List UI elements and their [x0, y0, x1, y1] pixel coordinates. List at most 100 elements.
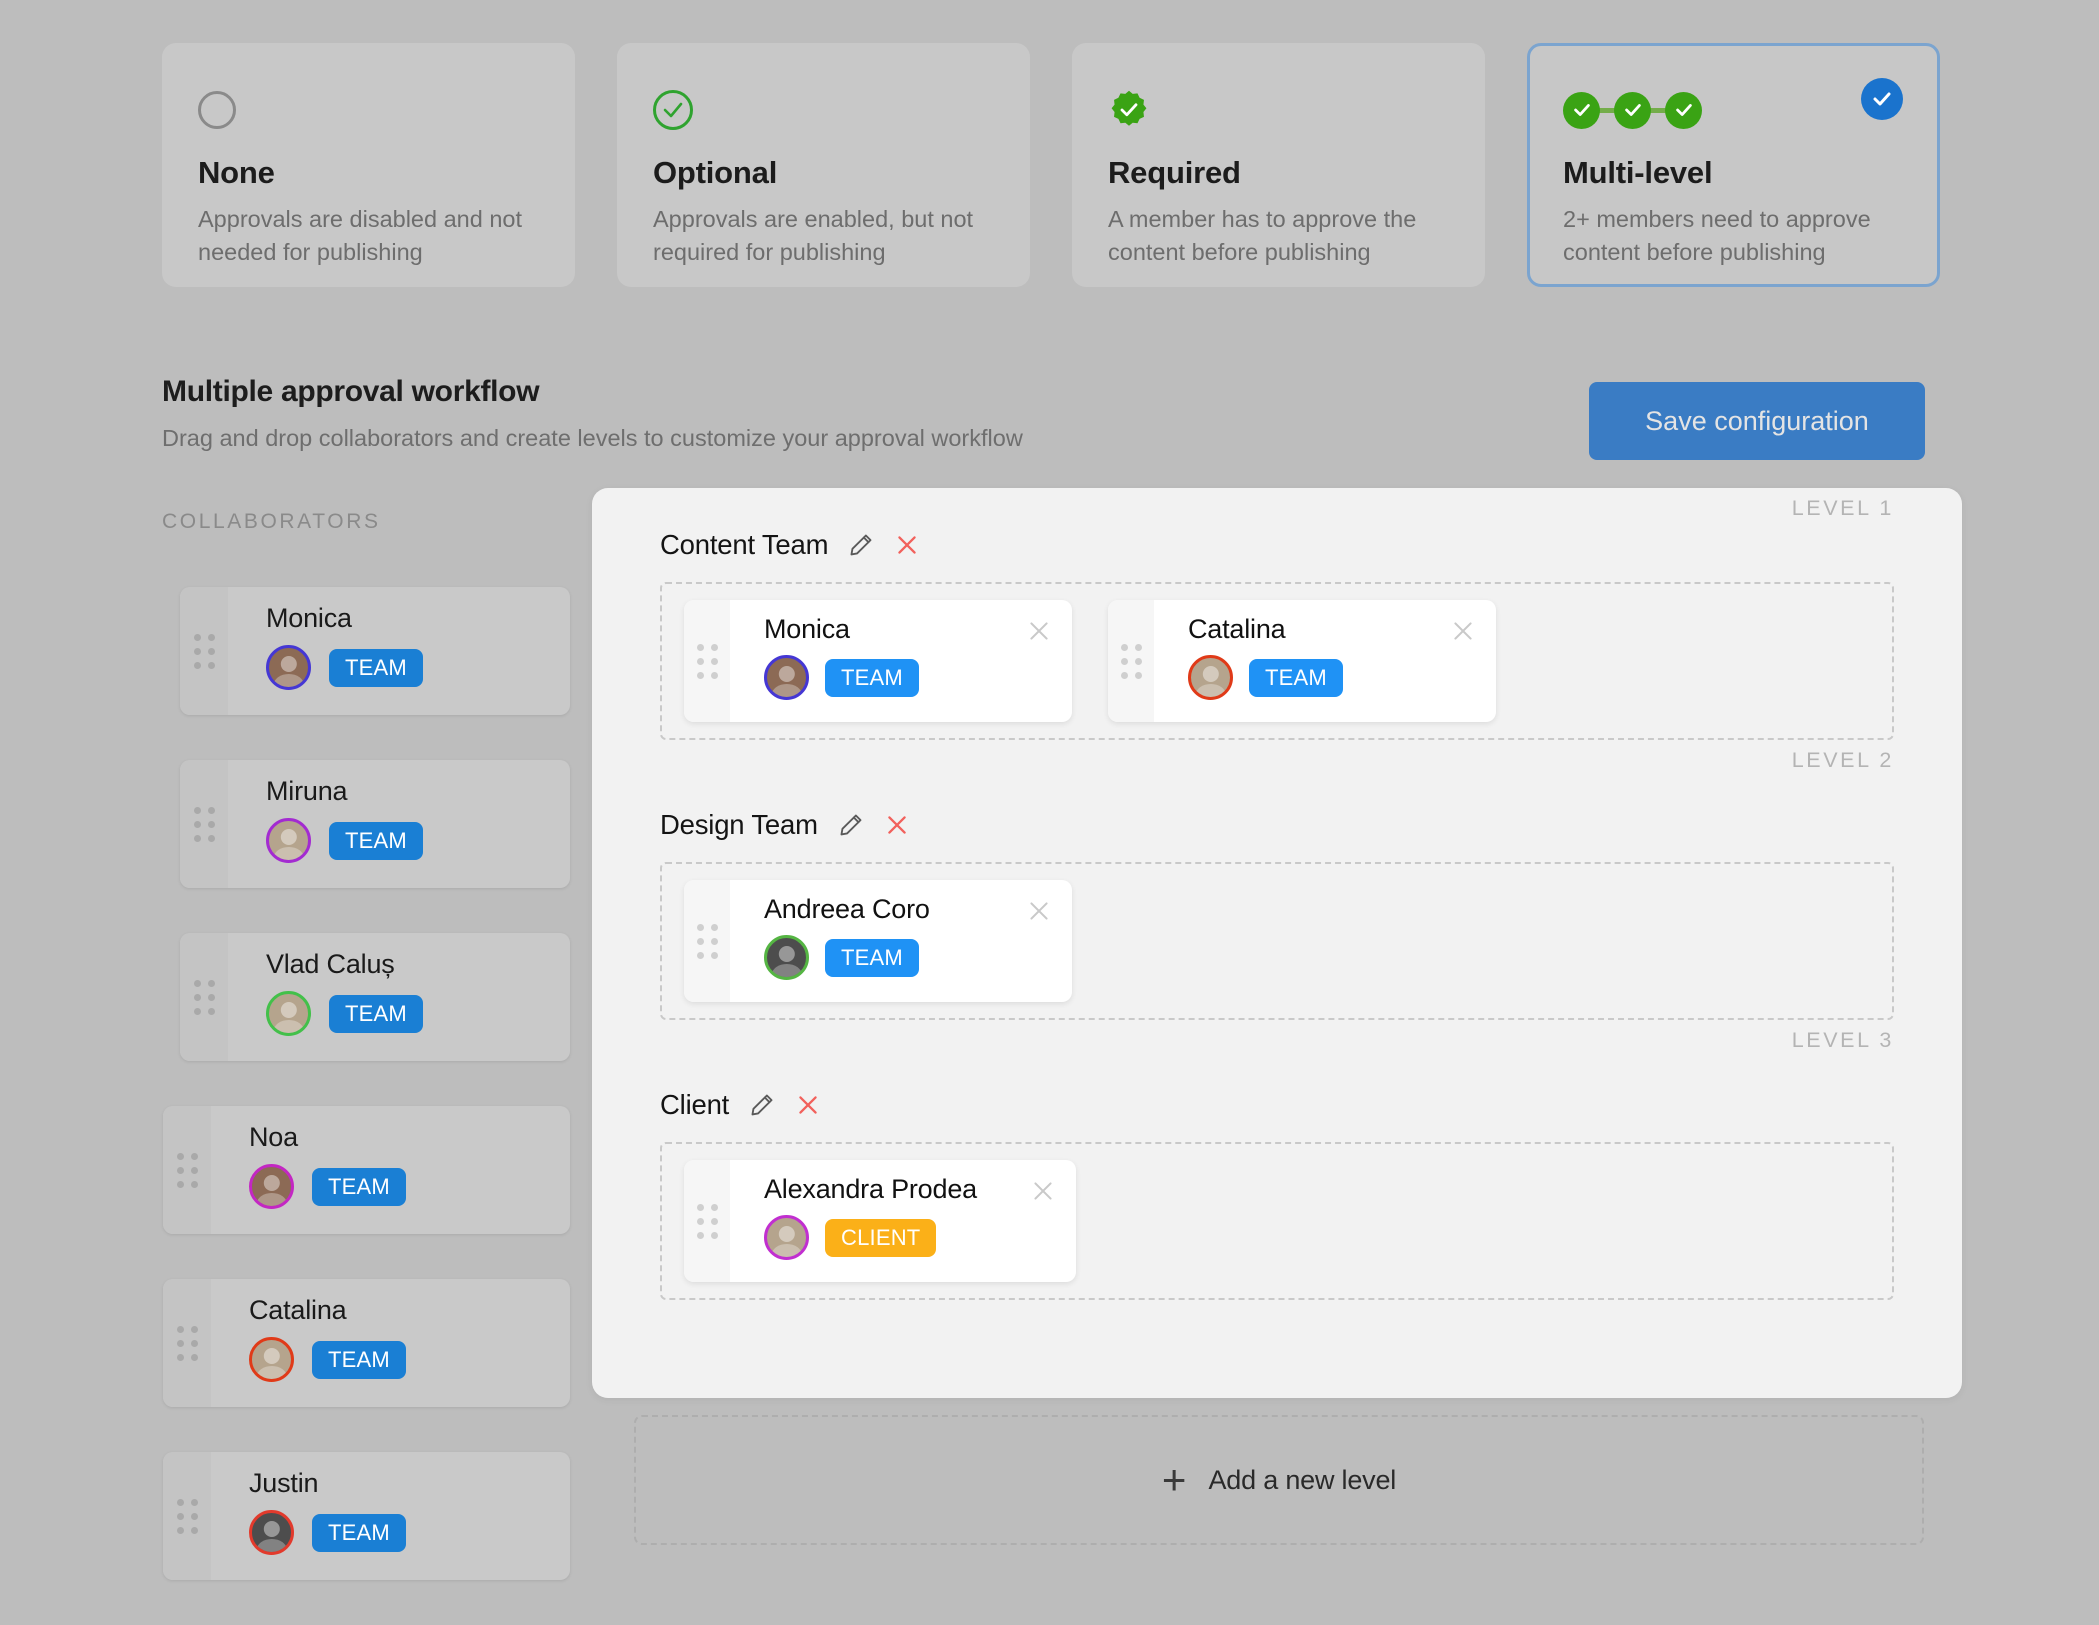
mode-description: A member has to approve the content befo…	[1108, 206, 1417, 265]
collaborator-name: Catalina	[249, 1295, 347, 1325]
drag-handle[interactable]	[684, 600, 730, 722]
mode-description: 2+ members need to approve content befor…	[1563, 206, 1871, 265]
avatar	[1188, 655, 1233, 700]
close-icon	[898, 536, 917, 554]
collaborator-name: Vlad Caluș	[266, 949, 395, 979]
level-tag: LEVEL 1	[1791, 496, 1894, 520]
drag-handle[interactable]	[180, 587, 228, 715]
pencil-icon	[840, 814, 862, 836]
collaborator-name: Monica	[266, 603, 352, 633]
mode-card-required[interactable]: Required A member has to approve the con…	[1072, 43, 1485, 287]
avatar	[266, 818, 311, 863]
remove-member-button[interactable]	[1446, 614, 1480, 648]
mode-title: Optional	[653, 155, 778, 190]
drag-dots-icon	[176, 1498, 198, 1534]
avatar	[249, 1510, 294, 1555]
edit-level-button[interactable]	[749, 1092, 775, 1118]
role-badge: TEAM	[825, 938, 919, 977]
drag-handle[interactable]	[163, 1106, 211, 1234]
selected-check-icon	[1861, 78, 1903, 120]
collaborator-name: Miruna	[266, 776, 348, 806]
collaborator-card[interactable]: Vlad Caluș TEAM	[180, 933, 570, 1061]
drag-handle[interactable]	[163, 1452, 211, 1580]
level-member-card[interactable]: Andreea Coro TEAM	[684, 880, 1072, 1002]
level-dropzone[interactable]: Alexandra Prodea CLIENT	[660, 1142, 1894, 1300]
level-dropzone[interactable]: Monica TEAM Catalina TEAM	[660, 582, 1894, 740]
role-badge: TEAM	[1249, 658, 1343, 697]
role-badge: TEAM	[825, 658, 919, 697]
collaborator-card[interactable]: Miruna TEAM	[180, 760, 570, 888]
mode-card-multi-level[interactable]: Multi-level 2+ members need to approve c…	[1527, 43, 1940, 287]
level-member-card[interactable]: Catalina TEAM	[1108, 600, 1496, 722]
check-circle-outline-icon	[653, 87, 994, 133]
multi-level-chain-icon	[1563, 87, 1904, 133]
approval-level: Content Team LEVEL 1 Monica TEAM Catalina TEA…	[592, 488, 1962, 740]
collaborator-card[interactable]: Noa TEAM	[163, 1106, 570, 1234]
remove-member-button[interactable]	[1022, 614, 1056, 648]
delete-level-button[interactable]	[884, 812, 910, 838]
edit-level-button[interactable]	[848, 532, 874, 558]
save-configuration-button[interactable]: Save configuration	[1589, 382, 1925, 460]
drag-handle[interactable]	[163, 1279, 211, 1407]
add-new-level-label: Add a new level	[1208, 1464, 1397, 1495]
close-icon	[1454, 622, 1472, 640]
close-icon	[1030, 622, 1048, 640]
delete-level-button[interactable]	[894, 532, 920, 558]
collaborator-name: Justin	[249, 1468, 319, 1498]
avatar	[764, 1215, 809, 1260]
drag-handle[interactable]	[180, 760, 228, 888]
role-badge: CLIENT	[825, 1218, 937, 1257]
approval-mode-cards: None Approvals are disabled and not need…	[162, 43, 1940, 287]
mode-card-optional[interactable]: Optional Approvals are enabled, but not …	[617, 43, 1030, 287]
close-icon	[888, 816, 906, 834]
role-badge: TEAM	[312, 1513, 406, 1552]
avatar	[266, 991, 311, 1036]
level-name: Design Team	[660, 809, 818, 840]
plus-icon: +	[1161, 1456, 1187, 1504]
avatar	[249, 1337, 294, 1382]
page-subtitle: Drag and drop collaborators and create l…	[162, 425, 1023, 451]
avatar	[249, 1164, 294, 1209]
drag-handle[interactable]	[684, 880, 730, 1002]
drag-dots-icon	[176, 1152, 198, 1188]
drag-handle[interactable]	[180, 933, 228, 1061]
empty-circle-icon	[198, 87, 539, 133]
avatar	[266, 645, 311, 690]
close-icon	[1034, 1182, 1052, 1200]
delete-level-button[interactable]	[795, 1092, 821, 1118]
approval-level: Design Team LEVEL 2 Andreea Coro TEAM	[592, 740, 1962, 1020]
add-new-level-button[interactable]: + Add a new level	[634, 1415, 1924, 1545]
collaborator-card[interactable]: Catalina TEAM	[163, 1279, 570, 1407]
level-name: Client	[660, 1089, 730, 1120]
level-tag: LEVEL 3	[1791, 1028, 1894, 1052]
drag-dots-icon	[696, 1203, 718, 1239]
role-badge: TEAM	[312, 1167, 406, 1206]
mode-title: Multi-level	[1563, 155, 1713, 190]
level-member-card[interactable]: Monica TEAM	[684, 600, 1072, 722]
mode-title: None	[198, 155, 275, 190]
close-icon	[799, 1096, 817, 1114]
approval-workflow-panel: Content Team LEVEL 1 Monica TEAM Catalina TEA…	[592, 488, 1962, 1398]
pencil-icon	[850, 534, 872, 556]
drag-dots-icon	[1120, 643, 1142, 679]
pencil-icon	[751, 1094, 773, 1116]
drag-handle[interactable]	[1108, 600, 1154, 722]
level-name: Content Team	[660, 529, 829, 560]
role-badge: TEAM	[312, 1340, 406, 1379]
remove-member-button[interactable]	[1022, 894, 1056, 928]
mode-description: Approvals are enabled, but not required …	[653, 206, 974, 265]
remove-member-button[interactable]	[1026, 1174, 1060, 1208]
mode-card-none[interactable]: None Approvals are disabled and not need…	[162, 43, 575, 287]
edit-level-button[interactable]	[838, 812, 864, 838]
drag-dots-icon	[696, 643, 718, 679]
collaborator-card[interactable]: Monica TEAM	[180, 587, 570, 715]
drag-handle[interactable]	[684, 1160, 730, 1282]
avatar	[764, 935, 809, 980]
drag-dots-icon	[193, 979, 215, 1015]
role-badge: TEAM	[329, 648, 423, 687]
drag-dots-icon	[696, 923, 718, 959]
collaborator-card[interactable]: Justin TEAM	[163, 1452, 570, 1580]
level-member-card[interactable]: Alexandra Prodea CLIENT	[684, 1160, 1076, 1282]
level-dropzone[interactable]: Andreea Coro TEAM	[660, 862, 1894, 1020]
level-tag: LEVEL 2	[1791, 748, 1894, 772]
